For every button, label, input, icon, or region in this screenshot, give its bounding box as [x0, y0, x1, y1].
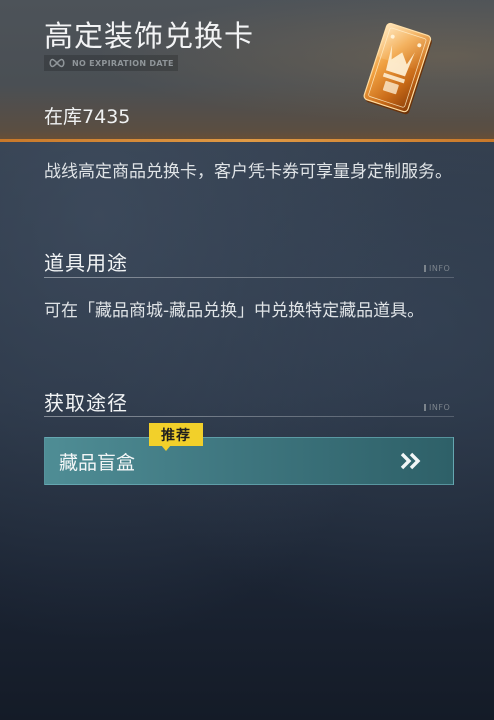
source-blind-box-button[interactable]: 藏品盲盒 [44, 437, 454, 485]
usage-info-tag: INFO [424, 264, 450, 273]
stock-label: 在库 [44, 106, 83, 128]
double-chevron-right-icon [400, 452, 421, 470]
source-divider [44, 416, 454, 417]
stock-count: 在库7435 [44, 102, 130, 129]
item-header: 高定装饰兑换卡 NO EXPIRATION DATE 在库7435 [0, 0, 494, 141]
usage-text: 可在「藏品商城-藏品兑换」中兑换特定藏品道具。 [44, 301, 425, 321]
source-info-tag: INFO [424, 403, 450, 412]
source-section-title: 获取途径 [44, 391, 128, 415]
stock-value: 7435 [82, 106, 131, 128]
expiry-label: NO EXPIRATION DATE [72, 58, 174, 68]
recommended-badge-tail [161, 445, 171, 451]
item-detail-panel: 高定装饰兑换卡 NO EXPIRATION DATE 在库7435 战线高定商品… [0, 0, 494, 720]
usage-section-title: 道具用途 [44, 251, 128, 275]
item-description: 战线高定商品兑换卡，客户凭卡券可享量身定制服务。 [44, 162, 452, 182]
item-title: 高定装饰兑换卡 [44, 19, 255, 53]
infinity-icon [49, 58, 65, 68]
exchange-card-icon [363, 22, 432, 115]
source-label: 藏品盲盒 [59, 451, 136, 474]
expiry-badge: NO EXPIRATION DATE [44, 55, 178, 71]
recommended-badge: 推荐 [149, 423, 203, 446]
usage-divider [44, 277, 454, 278]
header-accent-line [0, 139, 494, 142]
